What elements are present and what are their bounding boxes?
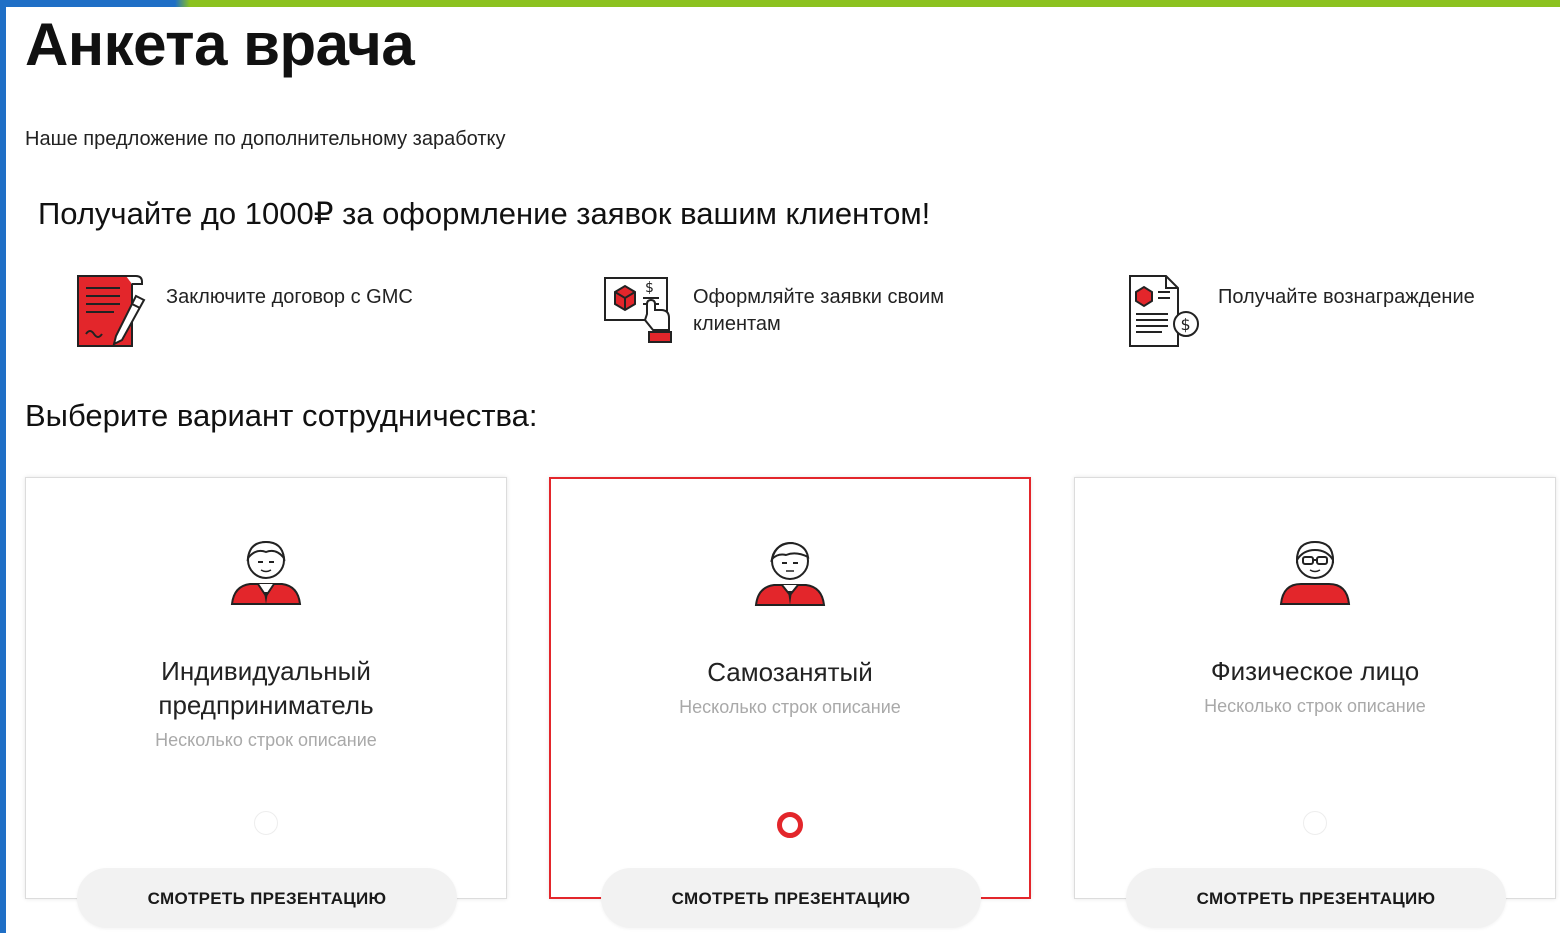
step-reward: $ Получайте вознаграждение (1126, 270, 1518, 350)
cooperation-heading: Выберите вариант сотрудничества: (25, 398, 538, 433)
option-title: Самозанятый (707, 657, 873, 687)
page-subtitle: Наше предложение по дополнительному зара… (25, 128, 506, 150)
self-employed-avatar-icon (754, 541, 826, 606)
person-avatar-icon (1279, 540, 1351, 605)
option-title: Индивидуальный предприниматель (158, 656, 374, 720)
top-accent-bar (0, 0, 1560, 7)
step-contract: Заключите договор с GMC (74, 270, 466, 350)
order-application-icon: $ (604, 277, 672, 343)
option-radio[interactable] (1303, 811, 1327, 835)
left-accent-bar (0, 0, 6, 933)
option-description: Несколько строк описание (679, 697, 901, 717)
step-text: Заключите договор с GMC (166, 286, 413, 308)
offer-heading: Получайте до 1000₽ за оформление заявок … (38, 196, 931, 231)
step-text: Получайте вознаграждение (1218, 286, 1475, 308)
option-card-individual-entrepreneur[interactable]: Индивидуальный предприниматель Несколько… (25, 477, 507, 899)
view-presentation-button[interactable]: СМОТРЕТЬ ПРЕЗЕНТАЦИЮ (1126, 868, 1506, 928)
step-text: Оформляйте заявки своим клиентам (693, 286, 944, 335)
option-description: Несколько строк описание (1204, 696, 1426, 716)
option-radio[interactable] (254, 811, 278, 835)
reward-invoice-icon: $ (1129, 275, 1199, 347)
step-applications: $ Оформляйте заявки своим клиентам (601, 270, 983, 350)
contract-document-icon (77, 275, 146, 347)
option-title: Физическое лицо (1210, 656, 1420, 686)
svg-text:$: $ (645, 280, 654, 296)
option-card-individual[interactable]: Физическое лицо Несколько строк описание (1074, 477, 1556, 899)
option-description: Несколько строк описание (155, 730, 377, 750)
view-presentation-button[interactable]: СМОТРЕТЬ ПРЕЗЕНТАЦИЮ (77, 868, 457, 928)
option-card-self-employed[interactable]: Самозанятый Несколько строк описание (549, 477, 1031, 899)
page-title: Анкета врача (25, 11, 415, 78)
view-presentation-button[interactable]: СМОТРЕТЬ ПРЕЗЕНТАЦИЮ (601, 868, 981, 928)
option-radio-selected[interactable] (777, 812, 803, 838)
svg-text:$: $ (1181, 315, 1191, 334)
businessman-avatar-icon (230, 540, 302, 605)
